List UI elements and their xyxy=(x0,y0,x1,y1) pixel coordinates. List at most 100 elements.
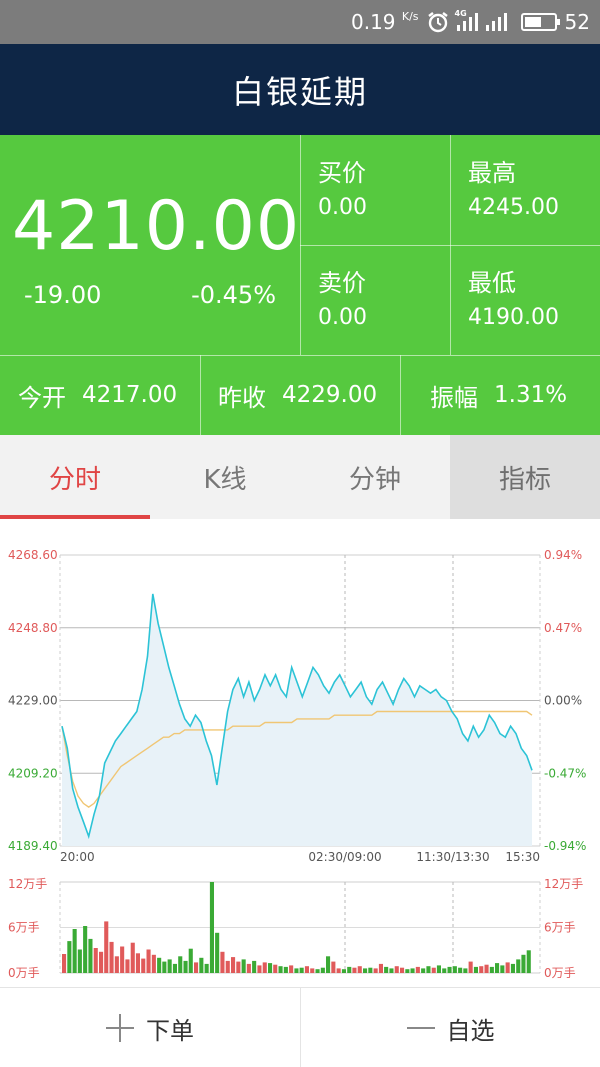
volume-bar xyxy=(151,954,156,973)
prev-close-cell: 昨收 4229.00 xyxy=(200,355,400,435)
ask-cell: 卖价 0.00 xyxy=(300,245,450,355)
price-axis-label: 4189.40 xyxy=(8,839,58,853)
volume-bar xyxy=(199,957,204,973)
ask-label: 卖价 xyxy=(318,269,366,297)
volume-bar xyxy=(458,967,463,973)
low-value: 4190.00 xyxy=(468,305,559,330)
volume-bar xyxy=(67,941,72,973)
bid-value: 0.00 xyxy=(318,195,367,220)
volume-bar xyxy=(400,967,405,973)
time-axis-label: 20:00 xyxy=(60,850,95,864)
volume-bar xyxy=(236,961,241,973)
volume-bar xyxy=(326,956,331,973)
volume-bar xyxy=(373,968,378,973)
high-label: 最高 xyxy=(468,159,516,187)
prev-close-label: 昨收 xyxy=(218,383,266,412)
place-order-button[interactable]: 下单 xyxy=(0,988,300,1067)
amplitude-label: 振幅 xyxy=(430,383,478,412)
watchlist-button[interactable]: 自选 xyxy=(300,988,600,1067)
volume-bar xyxy=(500,965,505,973)
volume-bar xyxy=(289,965,294,973)
volume-bar xyxy=(114,956,119,973)
volume-bar xyxy=(405,969,410,973)
volume-bar xyxy=(357,966,362,973)
volume-bar xyxy=(510,963,515,973)
price-block: 4210.00 -19.00 -0.45% xyxy=(0,135,300,355)
volume-bar xyxy=(363,968,368,973)
amplitude-cell: 振幅 1.31% xyxy=(400,355,600,435)
volume-bar xyxy=(526,950,531,974)
volume-bar xyxy=(83,926,88,973)
volume-bar xyxy=(215,932,220,973)
volume-bar xyxy=(378,963,383,973)
volume-bar xyxy=(273,964,278,973)
volume-bar xyxy=(283,966,288,973)
alarm-clock-icon xyxy=(427,12,448,33)
tab-kline[interactable]: K线 xyxy=(150,435,300,519)
volume-bar xyxy=(167,959,172,973)
volume-bar xyxy=(352,967,357,973)
volume-bar xyxy=(310,968,315,973)
volume-bar xyxy=(294,968,299,973)
volume-bar xyxy=(72,929,77,973)
volume-bar xyxy=(516,959,521,973)
volume-bar xyxy=(104,921,109,973)
last-price: 4210.00 xyxy=(12,187,301,266)
volume-bar xyxy=(484,964,489,973)
volume-bar xyxy=(468,961,473,973)
price-axis-label: 4268.60 xyxy=(8,548,58,562)
volume-bar xyxy=(162,961,167,973)
pct-axis-label: -0.47% xyxy=(544,766,586,780)
volume-bar xyxy=(347,966,352,973)
time-axis-label: 15:30 xyxy=(505,850,540,864)
volume-bar xyxy=(442,968,447,973)
low-cell: 最低 4190.00 xyxy=(450,245,600,355)
volume-bar xyxy=(125,959,130,973)
volume-bar xyxy=(421,968,426,973)
volume-axis-label: 0万手 xyxy=(8,966,40,980)
volume-bar xyxy=(241,959,246,973)
volume-bar xyxy=(130,942,135,973)
price-area xyxy=(62,593,532,846)
volume-bar xyxy=(436,965,441,973)
volume-bar xyxy=(463,968,468,973)
volume-axis-label-right: 12万手 xyxy=(544,877,583,891)
pct-axis-label: -0.94% xyxy=(544,839,586,853)
volume-bar xyxy=(394,966,399,973)
intraday-chart[interactable]: 4268.60 4248.80 4229.00 4209.20 4189.40 0.94%… xyxy=(0,519,600,987)
volume-bar xyxy=(93,948,98,973)
volume-bar xyxy=(299,967,304,973)
ask-value: 0.00 xyxy=(318,305,367,330)
volume-bar xyxy=(141,958,146,973)
volume-bar xyxy=(495,963,500,973)
bid-cell: 买价 0.00 xyxy=(300,135,450,245)
volume-bar xyxy=(410,968,415,973)
tab-minute[interactable]: 分钟 xyxy=(300,435,450,519)
status-bar: 0.19 K/s 4G 52 xyxy=(0,0,600,44)
prev-close-value: 4229.00 xyxy=(282,382,378,408)
volume-bar xyxy=(426,966,431,973)
tab-intraday[interactable]: 分时 xyxy=(0,435,150,519)
volume-bar xyxy=(146,949,151,973)
open-cell: 今开 4217.00 xyxy=(0,355,200,435)
volume-axis-label-right: 6万手 xyxy=(544,921,576,935)
volume-bar xyxy=(220,951,225,973)
volume-bar xyxy=(431,967,436,973)
volume-bar xyxy=(120,946,125,973)
tab-indicator[interactable]: 指标 xyxy=(450,435,600,519)
volume-bar xyxy=(415,966,420,973)
volume-bar xyxy=(304,966,309,973)
time-axis-label: 02:30/09:00 xyxy=(308,850,381,864)
volume-bar xyxy=(452,966,457,973)
volume-bar xyxy=(341,969,346,973)
pct-axis-label: 0.94% xyxy=(544,548,582,562)
volume-bar xyxy=(479,966,484,973)
time-axis-label: 11:30/13:30 xyxy=(416,850,489,864)
volume-bar xyxy=(77,949,82,973)
volume-bar xyxy=(389,968,394,973)
open-label: 今开 xyxy=(18,383,66,412)
battery-level: 52 xyxy=(564,10,590,34)
volume-bar xyxy=(257,965,262,973)
price-change-pct: -0.45% xyxy=(191,281,276,309)
volume-bar xyxy=(109,941,114,973)
